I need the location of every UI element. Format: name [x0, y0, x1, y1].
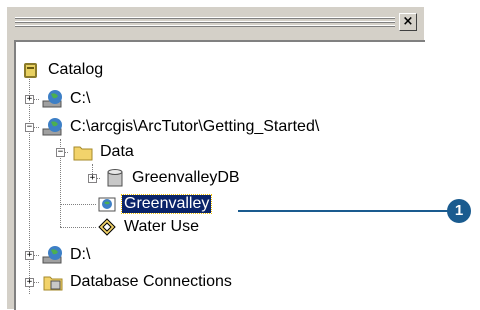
drive-globe-icon: [42, 89, 64, 109]
drive-globe-icon: [42, 117, 64, 137]
tree-item-catalog[interactable]: Catalog: [20, 57, 103, 83]
callout-leader-line: [238, 210, 450, 212]
catalog-tree-panel: × + − − + + + Catalog C:\ C:\arcgis\ArcT…: [6, 6, 425, 310]
tree-item-label: Catalog: [48, 61, 104, 78]
tree-item-label: C:\arcgis\ArcTutor\Getting_Started\: [70, 118, 320, 135]
tree-item-data[interactable]: Data: [72, 139, 134, 165]
database-connection-icon: [42, 272, 64, 292]
expand-button-c-drive[interactable]: +: [25, 95, 34, 104]
expand-button-d-drive[interactable]: +: [25, 251, 34, 260]
close-button[interactable]: ×: [399, 13, 417, 31]
folder-icon: [72, 142, 94, 162]
expand-button-database-connections[interactable]: +: [25, 278, 34, 287]
tree-item-label: Data: [100, 143, 134, 160]
tree-item-greenvalleydb[interactable]: GreenvalleyDB: [104, 165, 240, 191]
drive-globe-icon: [42, 245, 64, 265]
tree-item-getting-started[interactable]: C:\arcgis\ArcTutor\Getting_Started\: [42, 114, 319, 140]
dock-grip[interactable]: [15, 17, 395, 27]
tree-item-c-drive[interactable]: C:\: [42, 86, 90, 112]
database-icon: [104, 168, 126, 188]
tree-item-label: GreenvalleyDB: [132, 169, 240, 186]
tree-item-water-use[interactable]: Water Use: [96, 214, 199, 240]
tree-item-label: D:\: [70, 246, 91, 263]
tree-item-label: Water Use: [124, 218, 199, 235]
map-document-icon: [96, 194, 118, 214]
collapse-button-data[interactable]: −: [56, 148, 65, 157]
catalog-tree: + − − + + + Catalog C:\ C:\arcgis\ArcTut…: [14, 40, 425, 310]
expand-button-greenvalleydb[interactable]: +: [88, 174, 97, 183]
collapse-button-getting-started[interactable]: −: [25, 123, 34, 132]
tree-item-database-connections[interactable]: Database Connections: [42, 269, 232, 295]
tree-item-d-drive[interactable]: D:\: [42, 242, 90, 268]
tree-item-label: Greenvalley: [120, 194, 213, 214]
tree-item-label: Database Connections: [70, 273, 232, 290]
callout-badge: 1: [447, 199, 471, 223]
tree-item-label: C:\: [70, 90, 91, 107]
catalog-icon: [20, 60, 42, 80]
layer-diamond-icon: [96, 217, 118, 237]
